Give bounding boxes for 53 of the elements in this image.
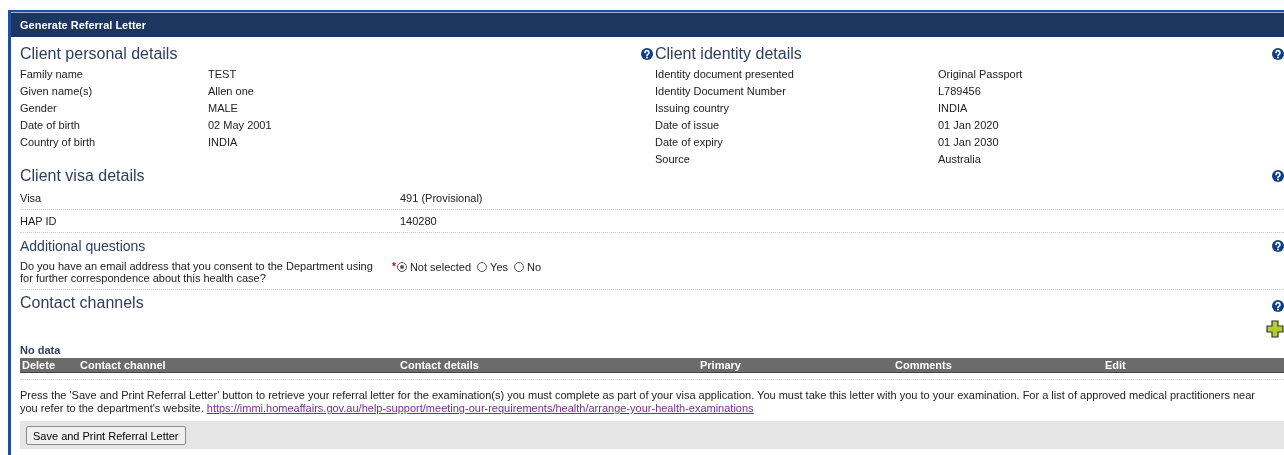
radio-option[interactable]: Not selected [396, 261, 472, 273]
field-value: Allen one [208, 84, 254, 97]
help-icon[interactable] [1272, 240, 1284, 252]
help-icon[interactable] [1272, 48, 1284, 60]
field-value: Original Passport [938, 67, 1023, 80]
required-mark: * [392, 261, 396, 272]
field-value: INDIA [208, 135, 238, 148]
empty-message: No data [20, 344, 62, 358]
field-value: MALE [208, 101, 238, 114]
field-label: Date of birth [20, 118, 81, 131]
field-value: 491 (Provisional) [400, 192, 483, 204]
field-label: Family name [20, 67, 84, 80]
field-label: Issuing country [655, 101, 730, 114]
field-value: 02 May 2001 [208, 118, 272, 131]
section-heading: Client visa details [20, 167, 145, 185]
field-label: HAP ID [20, 215, 58, 227]
field-label: Country of birth [20, 135, 97, 148]
field-value: 01 Jan 2030 [938, 135, 999, 148]
field-value: Australia [938, 152, 981, 165]
section-heading: Contact channels [20, 294, 144, 312]
field-value: L789456 [938, 84, 981, 97]
field-label: Gender [20, 101, 58, 114]
field-label: Identity Document Number [655, 84, 787, 97]
column-header: Contact details [400, 359, 480, 371]
add-icon[interactable] [1266, 320, 1284, 338]
help-icon[interactable] [1272, 170, 1284, 182]
panel-title: Generate Referral Letter [11, 12, 1284, 37]
website-link[interactable]: https://immi.homeaffairs.gov.au/help-support/meeting-our-requirements/health/arrange-your-health-examinations [206, 402, 754, 414]
column-header: Edit [1105, 359, 1126, 371]
radio-option[interactable]: Yes [477, 261, 508, 273]
field-label: Source [655, 152, 691, 165]
field-label: Given name(s) [20, 84, 94, 97]
column-header: Delete [21, 359, 57, 371]
save-print-button[interactable]: Save and Print Referral Letter [26, 426, 186, 445]
field-value: INDIA [938, 101, 968, 114]
help-icon[interactable] [1272, 300, 1284, 312]
question-text: Do you have an email address that you consent to the Department using for further correspondence about this health case? [20, 260, 374, 284]
column-header: Contact channel [80, 359, 167, 371]
field-label: Date of expiry [655, 135, 724, 148]
radio-option[interactable]: No [514, 261, 542, 273]
section-heading: Client identity details [655, 45, 803, 63]
field-value: TEST [208, 67, 237, 80]
field-label: Visa [20, 192, 43, 204]
section-heading: Additional questions [20, 238, 146, 254]
instruction-text: Press the 'Save and Print Referral Letter' button to retrieve your referral letter for the examination(s) you must complete as part of your visa application. You must take this letter with you to your examination. For a list of approved medical practitioners near you refer to the department's website. https://immi.homeaffairs.gov.au/help-support/meeting-our-requirements/health/arrange-your-health-examinations [20, 389, 1256, 415]
column-header: Primary [700, 359, 742, 371]
section-heading: Client personal details [20, 45, 178, 63]
field-label: Identity document presented [655, 67, 795, 80]
field-value: 140280 [400, 215, 437, 227]
column-header: Comments [895, 359, 953, 371]
help-icon[interactable] [641, 48, 653, 60]
field-label: Date of issue [655, 118, 721, 131]
field-value: 01 Jan 2020 [938, 118, 999, 131]
